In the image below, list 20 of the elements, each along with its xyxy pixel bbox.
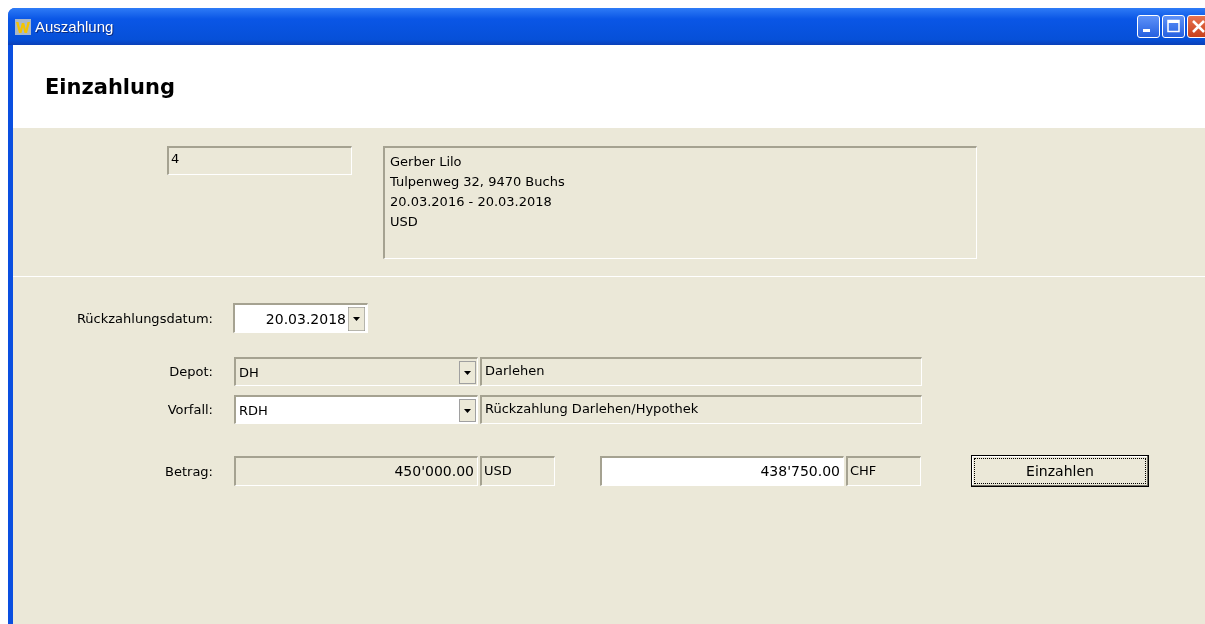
app-logo-icon <box>15 18 31 35</box>
page-heading: Einzahlung <box>45 74 175 99</box>
amount-field[interactable]: 438'750.00 <box>600 456 844 486</box>
window-title: Auszahlung <box>35 18 115 35</box>
code-dropdown[interactable]: RDH <box>234 395 478 424</box>
field-label: Rückzahlungsdatum: <box>75 310 213 326</box>
close-button[interactable] <box>1187 15 1205 38</box>
deposit-button[interactable]: Einzahlen <box>971 455 1149 487</box>
maximize-button[interactable] <box>1162 15 1185 38</box>
minimize-button[interactable] <box>1137 15 1160 38</box>
date-picker[interactable]: 20.03.2018 <box>233 303 368 333</box>
dropdown-arrow-icon[interactable] <box>348 306 365 331</box>
details-field[interactable]: Gerber Lilo Tulpenweg 32, 9470 Buchs 20.03.2016 - 20.03.2018 USD <box>383 146 977 259</box>
number-field[interactable]: 4 <box>167 146 352 175</box>
field-label: Depot: <box>168 364 213 379</box>
field-label: Betrag: <box>164 463 213 479</box>
currency-field[interactable]: CHF <box>846 456 921 486</box>
field-label: Vorfall: <box>166 402 213 417</box>
minimize-icon <box>1142 29 1150 32</box>
description-field[interactable]: Rückzahlung Darlehen/Hypothek <box>480 395 922 424</box>
